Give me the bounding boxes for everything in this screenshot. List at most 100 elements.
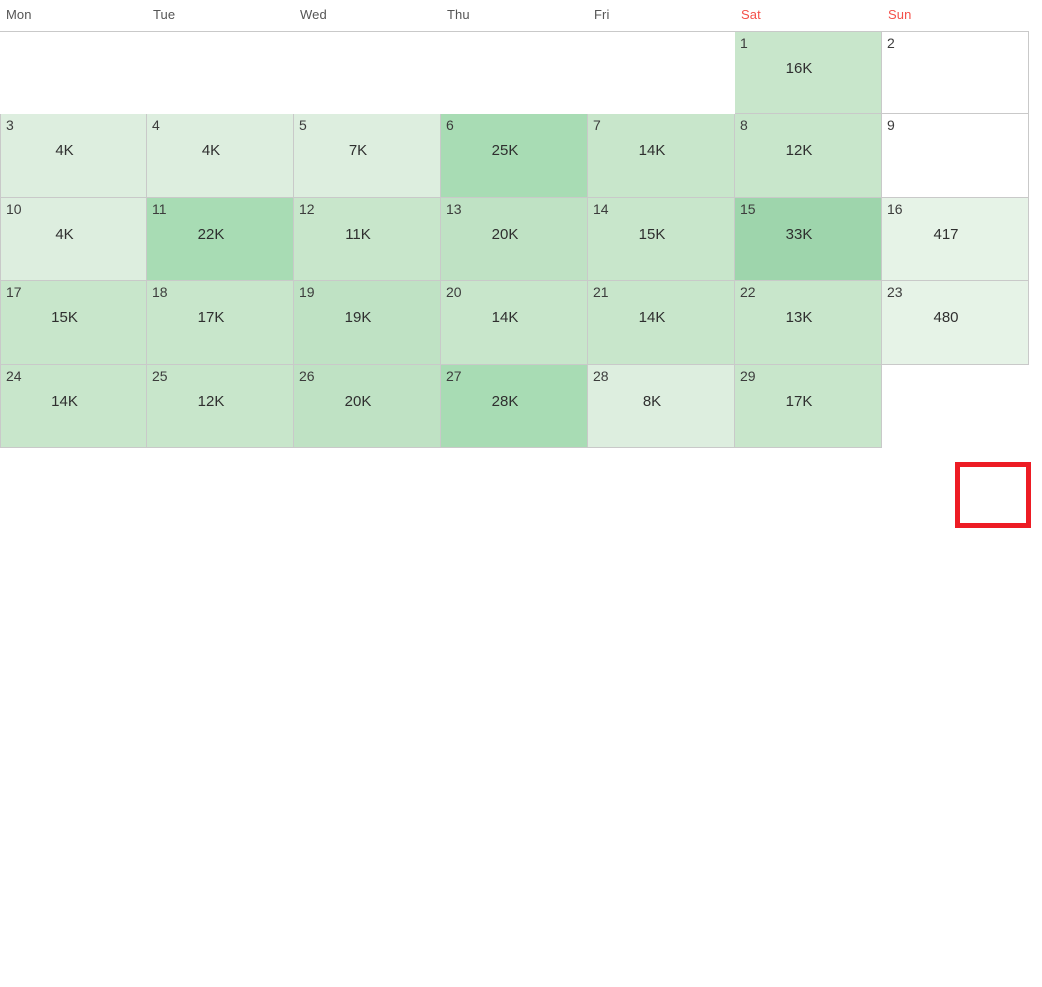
day-number: 7 [593, 117, 601, 134]
day-cell[interactable]: 26 20K [294, 364, 441, 448]
day-value: 14K [638, 309, 666, 327]
day-cell[interactable]: 23 480 [882, 281, 1029, 365]
day-value: 13K [785, 309, 813, 327]
day-cell[interactable]: 17 15K [0, 281, 147, 365]
day-number: 20 [446, 284, 462, 301]
weekday-label-tue: Tue [153, 7, 176, 22]
day-value: 8K [642, 392, 662, 410]
day-cell[interactable]: 11 22K [147, 197, 294, 282]
day-number: 13 [446, 200, 462, 217]
day-value: 12K [197, 392, 225, 410]
weekday-label-thu: Thu [447, 7, 470, 22]
calendar-grid: 1 16K 2 3 4K 4 4K 5 7K 6 25K 7 14K 8 12K 9 10 4K 11 22K 12 11… [0, 31, 1032, 448]
day-cell[interactable]: 19 19K [294, 281, 441, 365]
day-value: 4K [55, 142, 74, 160]
day-value: 12K [785, 142, 813, 160]
day-cell[interactable]: 1 16K [735, 31, 882, 115]
day-cell[interactable]: 3 4K [0, 114, 147, 198]
day-number: 1 [740, 35, 748, 51]
day-value: 15K [51, 309, 78, 327]
day-number: 27 [446, 367, 462, 384]
day-cell[interactable]: 25 12K [147, 364, 294, 448]
day-cell[interactable]: 20 14K [441, 281, 588, 365]
day-cell[interactable]: 12 11K [294, 197, 441, 282]
day-number: 15 [740, 200, 756, 217]
day-cell[interactable]: 24 14K [0, 364, 147, 448]
day-cell[interactable]: 10 4K [0, 197, 147, 282]
weekday-label-fri: Fri [594, 7, 610, 22]
day-number: 5 [299, 117, 307, 134]
week-row: 1 16K 2 [0, 31, 1032, 115]
day-value: 16K [785, 60, 813, 77]
day-value: 17K [785, 392, 813, 410]
day-cell[interactable]: 22 13K [735, 281, 882, 365]
day-value: 19K [344, 309, 372, 327]
day-cell[interactable]: 4 4K [147, 114, 294, 198]
calendar-heatmap: Mon Tue Wed Thu Fri Sat Sun 1 16K 2 3 4K 4 4K 5 7K 6 25K… [0, 0, 1042, 538]
day-cell-empty [0, 31, 147, 114]
day-cell-empty [147, 31, 294, 114]
day-value: 4K [55, 225, 74, 243]
day-number: 11 [152, 200, 167, 217]
day-cell[interactable]: 16 417 [882, 197, 1029, 282]
day-cell[interactable]: 15 33K [735, 197, 882, 282]
week-row: 10 4K 11 22K 12 11K 13 20K 14 15K 15 33K 16 417 [0, 197, 1032, 282]
day-value: 11K [345, 225, 371, 243]
day-number: 21 [593, 284, 609, 301]
weekday-header-row: Mon Tue Wed Thu Fri Sat Sun [0, 0, 1032, 31]
day-value: 417 [933, 225, 959, 243]
day-cell-empty [588, 31, 735, 114]
day-cell-empty [441, 31, 588, 114]
day-cell-empty [882, 365, 1029, 448]
day-cell-empty [294, 31, 441, 114]
day-number: 8 [740, 117, 748, 134]
day-cell[interactable]: 6 25K [441, 114, 588, 198]
day-value: 4K [201, 142, 221, 160]
week-row: 24 14K 25 12K 26 20K 27 28K 28 8K 29 17K [0, 364, 1032, 448]
week-row: 3 4K 4 4K 5 7K 6 25K 7 14K 8 12K 9 [0, 114, 1032, 198]
day-cell[interactable]: 7 14K [588, 114, 735, 198]
day-number: 3 [6, 117, 14, 134]
day-cell[interactable]: 28 8K [588, 364, 735, 448]
day-value: 14K [638, 142, 666, 160]
day-number: 2 [887, 35, 895, 51]
day-number: 25 [152, 367, 168, 384]
weekday-label-sat: Sat [741, 7, 761, 22]
week-row: 17 15K 18 17K 19 19K 20 14K 21 14K 22 13K 23 480 [0, 281, 1032, 365]
day-value: 14K [491, 309, 519, 327]
weekday-label-wed: Wed [300, 7, 327, 22]
day-cell[interactable]: 9 [882, 114, 1029, 198]
day-cell[interactable]: 14 15K [588, 197, 735, 282]
day-cell[interactable]: 18 17K [147, 281, 294, 365]
day-number: 4 [152, 117, 160, 134]
day-value: 17K [197, 309, 225, 327]
day-cell[interactable]: 13 20K [441, 197, 588, 282]
day-cell[interactable]: 29 17K [735, 364, 882, 448]
day-number: 23 [887, 284, 903, 301]
day-number: 19 [299, 284, 315, 301]
day-number: 22 [740, 284, 756, 301]
day-value: 20K [344, 392, 372, 410]
day-number: 28 [593, 367, 609, 384]
day-cell[interactable]: 27 28K [441, 364, 588, 448]
day-cell[interactable]: 5 7K [294, 114, 441, 198]
day-number: 9 [887, 117, 895, 134]
day-number: 18 [152, 284, 168, 301]
day-number: 26 [299, 367, 315, 384]
day-value: 33K [785, 225, 813, 243]
day-value: 15K [638, 225, 666, 243]
weekday-label-sun: Sun [888, 7, 912, 22]
day-value: 28K [491, 392, 519, 410]
day-cell[interactable]: 8 12K [735, 114, 882, 198]
day-number: 16 [887, 200, 903, 217]
day-value: 7K [348, 142, 368, 160]
day-value: 480 [933, 309, 959, 327]
day-number: 29 [740, 367, 756, 384]
day-number: 17 [6, 284, 22, 301]
day-value: 20K [491, 225, 519, 243]
day-value: 14K [51, 392, 78, 410]
day-cell[interactable]: 21 14K [588, 281, 735, 365]
day-cell[interactable]: 2 [882, 31, 1029, 115]
day-value: 25K [491, 142, 519, 160]
day-number: 14 [593, 200, 609, 217]
